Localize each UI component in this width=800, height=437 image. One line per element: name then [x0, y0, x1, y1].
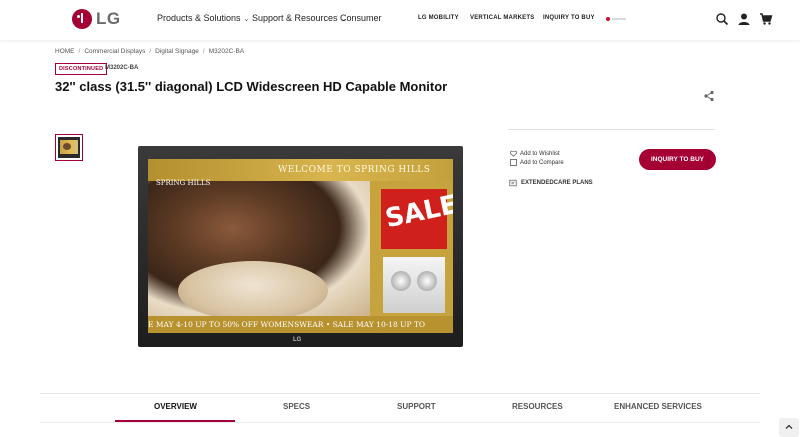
search-icon[interactable] [715, 12, 729, 26]
care-plan-icon [509, 179, 517, 187]
tab-support[interactable]: SUPPORT [397, 402, 436, 411]
nav-vertical-markets[interactable]: VERTICAL MARKETS [470, 15, 534, 21]
screen-diamonds-panel [381, 255, 447, 315]
breadcrumb-home[interactable]: HOME [55, 48, 75, 55]
chevron-down-icon: ⌄ [243, 16, 250, 23]
nav-products-solutions[interactable]: Products & Solutions ⌄ [157, 13, 249, 23]
actions-divider [508, 129, 715, 130]
bezel-logo: LG [293, 337, 302, 343]
breadcrumb-digital-signage[interactable]: Digital Signage [155, 48, 199, 55]
tab-enhanced-services[interactable]: ENHANCED SERVICES [614, 402, 702, 411]
nav-support-resources[interactable]: Support & Resources ⌄ [252, 13, 346, 23]
breadcrumb-separator: / [78, 48, 81, 55]
breadcrumb-current-model: M3202C-BA [208, 48, 245, 55]
tabs-top-divider [40, 393, 760, 394]
gallery-thumbnail[interactable] [55, 134, 83, 161]
nav-support-resources-label: Support & Resources [252, 13, 338, 23]
screen-welcome-text: WELCOME TO SPRING HILLS [278, 165, 431, 175]
country-flag-icon[interactable] [606, 17, 626, 21]
extended-care-plans[interactable]: EXTENDEDCARE PLANS [509, 179, 593, 187]
active-tab-indicator [115, 420, 235, 422]
wishlist-label: Add to Wishlist [520, 150, 560, 157]
chevron-up-icon [785, 424, 793, 429]
thumbnail-image [58, 137, 80, 158]
breadcrumb-separator: / [149, 48, 152, 55]
tab-specs[interactable]: SPECS [283, 402, 310, 411]
screen-photo [148, 181, 370, 321]
inquiry-to-buy-button[interactable]: INQUIRY TO BUY [639, 149, 716, 170]
nav-consumer-label: Consumer [340, 13, 382, 23]
site-header: LG Products & Solutions ⌄ Support & Resou… [0, 0, 800, 40]
status-badge: DISCONTINUED [55, 63, 108, 75]
tab-overview[interactable]: OVERVIEW [154, 402, 197, 411]
add-to-wishlist[interactable]: Add to Wishlist [510, 150, 560, 157]
screen-sale-text: SALE [382, 189, 453, 235]
lg-logo-mark [72, 9, 92, 29]
compare-label: Add to Compare [520, 159, 564, 166]
nav-inquiry-to-buy[interactable]: INQUIRY TO BUY [543, 15, 595, 21]
screen-sale-panel: SALE [381, 189, 453, 249]
nav-consumer[interactable]: Consumer [340, 13, 382, 23]
cart-icon[interactable] [759, 12, 773, 26]
scroll-to-top-button[interactable] [779, 418, 799, 437]
heart-icon [510, 150, 517, 157]
monitor-screen: WELCOME TO SPRING HILLS SPRING HILLS SAL… [148, 159, 453, 333]
compare-checkbox[interactable] [510, 159, 517, 166]
breadcrumb: HOME / Commercial Displays / Digital Signa… [55, 48, 244, 55]
share-icon[interactable] [703, 90, 715, 102]
screen-brand-text: SPRING HILLS [156, 179, 211, 187]
lg-logo[interactable]: LG [72, 9, 121, 29]
model-number: M3202C-BA [105, 65, 139, 71]
nav-products-solutions-label: Products & Solutions [157, 13, 241, 23]
add-to-compare[interactable]: Add to Compare [510, 159, 564, 166]
tab-resources[interactable]: RESOURCES [512, 402, 563, 411]
nav-lg-mobility[interactable]: LG MOBILITY [418, 15, 459, 21]
page-title: 32'' class (31.5'' diagonal) LCD Widescr… [55, 79, 448, 94]
breadcrumb-separator: / [202, 48, 205, 55]
extended-care-label: EXTENDEDCARE PLANS [521, 180, 593, 186]
tabs-bottom-divider [40, 422, 760, 423]
account-icon[interactable] [737, 12, 751, 26]
breadcrumb-commercial-displays[interactable]: Commercial Displays [84, 48, 145, 55]
lg-logo-text: LG [96, 9, 121, 28]
screen-ticker: E MAY 4-10 UP TO 50% OFF WOMENSWEAR • SA… [148, 316, 453, 333]
product-image: WELCOME TO SPRING HILLS SPRING HILLS SAL… [138, 146, 463, 347]
